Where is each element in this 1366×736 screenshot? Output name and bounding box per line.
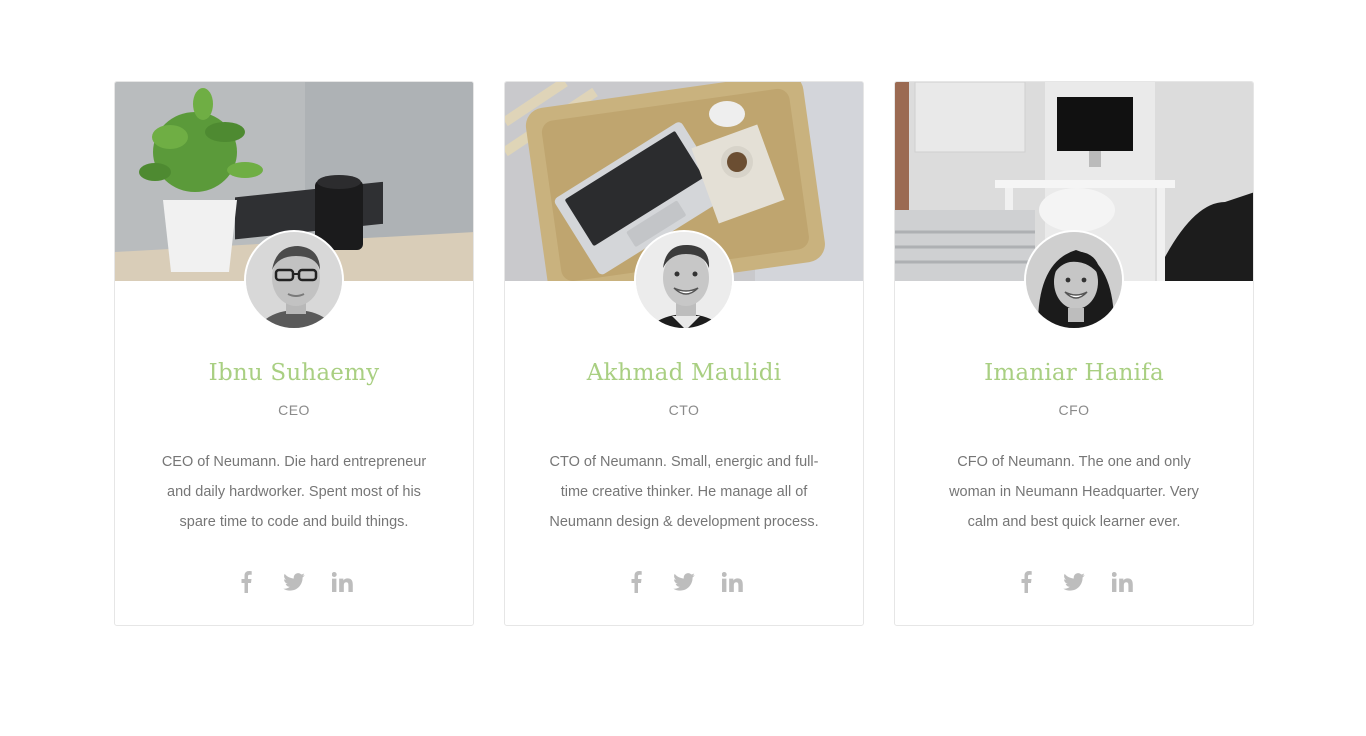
- team-card-akhmad: Akhmad Maulidi CTO CTO of Neumann. Small…: [504, 81, 864, 626]
- member-bio: CEO of Neumann. Die hard entrepreneur an…: [161, 454, 427, 530]
- member-role: CEO: [278, 402, 310, 418]
- member-role: CTO: [668, 402, 700, 418]
- member-name: Akhmad Maulidi: [586, 360, 782, 386]
- member-name: Ibnu Suhaemy: [208, 360, 380, 386]
- member-name: Imaniar Hanifa: [984, 360, 1164, 386]
- team-section: Ibnu Suhaemy CEO CEO of Neumann. Die har…: [114, 81, 1254, 626]
- linkedin-icon[interactable]: [1110, 570, 1134, 594]
- linkedin-icon[interactable]: [330, 570, 354, 594]
- avatar: [634, 230, 734, 330]
- twitter-icon[interactable]: [672, 570, 696, 594]
- social-links: [115, 570, 473, 594]
- member-bio: CTO of Neumann. Small, energic and full-…: [549, 454, 819, 530]
- member-bio: CFO of Neumann. The one and only woman i…: [949, 454, 1199, 530]
- team-card-imaniar: Imaniar Hanifa CFO CFO of Neumann. The o…: [894, 81, 1254, 626]
- social-links: [895, 570, 1253, 594]
- avatar: [1024, 230, 1124, 330]
- facebook-icon[interactable]: [234, 570, 258, 594]
- linkedin-icon[interactable]: [720, 570, 744, 594]
- facebook-icon[interactable]: [624, 570, 648, 594]
- twitter-icon[interactable]: [1062, 570, 1086, 594]
- social-links: [505, 570, 863, 594]
- member-role: CFO: [1058, 402, 1090, 418]
- facebook-icon[interactable]: [1014, 570, 1038, 594]
- twitter-icon[interactable]: [282, 570, 306, 594]
- team-card-ibnu: Ibnu Suhaemy CEO CEO of Neumann. Die har…: [114, 81, 474, 626]
- avatar: [244, 230, 344, 330]
